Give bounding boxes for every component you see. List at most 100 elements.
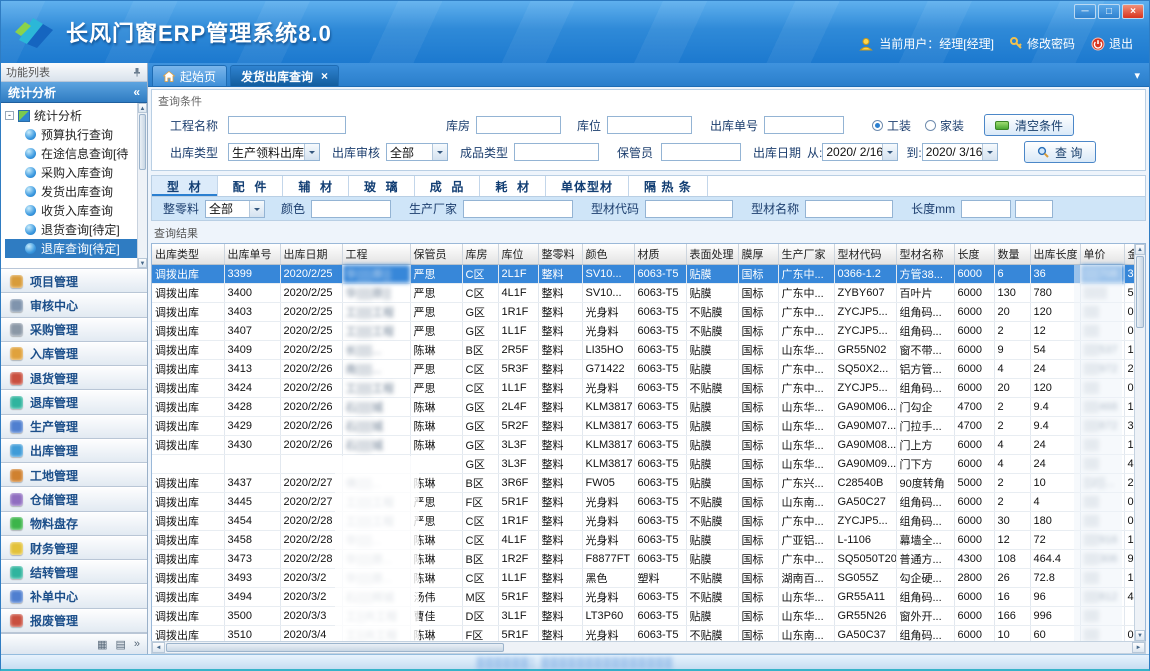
collapse-icon[interactable]: «	[133, 85, 140, 99]
column-header[interactable]: 颜色	[582, 244, 634, 264]
radio-home-install[interactable]	[925, 120, 936, 131]
table-row[interactable]: 调拨出库34072020/2/25工▒▒工程严思G区1L1F整料光身料6063-…	[152, 321, 1146, 340]
sidebar-menu-item[interactable]: 退库管理	[1, 390, 147, 414]
sidebar-section-statistics[interactable]: 统计分析 «	[1, 82, 147, 103]
project-name-input[interactable]	[228, 116, 346, 134]
sidebar-menu-item[interactable]: 出库管理	[1, 439, 147, 463]
sidebar-menu-item[interactable]: 物料盘存	[1, 512, 147, 536]
tree-item[interactable]: 发货出库查询	[5, 182, 137, 201]
column-header[interactable]: 出库日期	[280, 244, 342, 264]
column-header[interactable]: 材质	[634, 244, 686, 264]
material-tab[interactable]: 单体型材	[546, 176, 629, 196]
column-header[interactable]: 出库单号	[224, 244, 280, 264]
scrollbar-thumb[interactable]	[1136, 256, 1144, 328]
material-tab[interactable]: 隔 热 条	[629, 176, 708, 196]
sidebar-menu-item[interactable]: 审核中心	[1, 293, 147, 317]
table-horizontal-scrollbar[interactable]: ◄ ►	[151, 641, 1146, 654]
length-max-input[interactable]	[1015, 200, 1053, 218]
scrollbar-thumb[interactable]	[166, 643, 504, 652]
panel-grid-icon[interactable]: ▦	[97, 638, 107, 651]
tree-root-statistics[interactable]: - 统计分析	[5, 106, 137, 125]
material-tab[interactable]: 型 材	[152, 176, 218, 196]
chevron-right-icon[interactable]: »	[134, 638, 140, 650]
table-row[interactable]: 调拨出库34732020/2/28华▒▒原...陈琳B区1R2F整料F8877F…	[152, 549, 1146, 568]
tab-list-dropdown-icon[interactable]: ▾	[1134, 69, 1140, 82]
sidebar-menu-item[interactable]: 项目管理	[1, 269, 147, 293]
column-header[interactable]: 单价	[1080, 244, 1124, 264]
scroll-down-icon[interactable]: ▼	[138, 258, 147, 268]
sidebar-menu-item[interactable]: 采购管理	[1, 318, 147, 342]
tree-item[interactable]: 预算执行查询	[5, 125, 137, 144]
sidebar-menu-item[interactable]: 仓储管理	[1, 487, 147, 511]
table-row[interactable]: 调拨出库33992020/2/25华▒▒原▒严思C区2L1F整料SV10...6…	[152, 264, 1146, 283]
scroll-up-icon[interactable]: ▲	[1135, 244, 1145, 255]
clear-conditions-button[interactable]: 清空条件	[984, 114, 1074, 136]
sidebar-menu-item[interactable]: 工地管理	[1, 463, 147, 487]
product-type-input[interactable]	[514, 143, 599, 161]
material-tab[interactable]: 辅 材	[283, 176, 349, 196]
column-header[interactable]: 膜厚	[738, 244, 778, 264]
tree-item[interactable]: 退货查询[待定]	[5, 220, 137, 239]
outbound-audit-select[interactable]: 全部	[386, 143, 448, 161]
table-row[interactable]: 调拨出库34302020/2/26石▒▒城陈琳G区3L3F整料KLM381760…	[152, 435, 1146, 454]
sidebar-menu-item[interactable]: 财务管理	[1, 536, 147, 560]
table-row[interactable]: G区3L3F整料KLM38176063-T5贴膜国标山东华...GA90M09.…	[152, 454, 1146, 473]
sidebar-menu-item[interactable]: 结转管理	[1, 560, 147, 584]
sidebar-menu-item[interactable]: 报废管理	[1, 609, 147, 633]
profile-name-input[interactable]	[805, 200, 893, 218]
sidebar-menu-item[interactable]: 退货管理	[1, 366, 147, 390]
material-tab[interactable]: 玻 璃	[349, 176, 415, 196]
table-row[interactable]: 调拨出库34932020/3/2华▒▒原...陈琳C区1L1F整料黑色塑料不贴膜…	[152, 568, 1146, 587]
table-vertical-scrollbar[interactable]: ▲ ▼	[1134, 244, 1145, 641]
material-tab[interactable]: 成 品	[415, 176, 481, 196]
keeper-input[interactable]	[661, 143, 741, 161]
outbound-type-select[interactable]: 生产领料出库	[228, 143, 320, 161]
column-header[interactable]: 型材代码	[834, 244, 896, 264]
column-header[interactable]: 工程	[342, 244, 410, 264]
tab-home[interactable]: 起始页	[152, 65, 227, 86]
whole-scrap-select[interactable]: 全部	[205, 200, 265, 218]
tree-item[interactable]: 收货入库查询	[5, 201, 137, 220]
table-row[interactable]: 调拨出库34282020/2/26石▒▒城陈琳G区2L4F整料KLM381760…	[152, 397, 1146, 416]
tree-item[interactable]: 采购入库查询	[5, 163, 137, 182]
column-header[interactable]: 型材名称	[896, 244, 954, 264]
material-tab[interactable]: 耗 材	[480, 176, 546, 196]
profile-code-input[interactable]	[645, 200, 733, 218]
logout-button[interactable]: 退出	[1091, 35, 1133, 52]
table-row[interactable]: 调拨出库34582020/2/28华▒▒...陈琳C区4L1F整料光身料6063…	[152, 530, 1146, 549]
material-tab[interactable]: 配 件	[218, 176, 284, 196]
table-row[interactable]: 调拨出库34132020/2/26南▒▒...严思C区5R3F整料G714226…	[152, 359, 1146, 378]
scroll-right-icon[interactable]: ►	[1132, 642, 1145, 653]
tab-close-icon[interactable]: ×	[321, 71, 328, 81]
table-row[interactable]: 调拨出库34292020/2/26石▒▒城陈琳G区5R2F整料KLM381760…	[152, 416, 1146, 435]
table-row[interactable]: 调拨出库34032020/2/25工▒▒工程严思G区1R1F整料光身料6063-…	[152, 302, 1146, 321]
table-row[interactable]: 调拨出库34002020/2/25华▒▒原▒严思C区4L1F整料SV10...6…	[152, 283, 1146, 302]
pin-icon[interactable]	[132, 67, 142, 77]
table-row[interactable]: 调拨出库34242020/2/26工▒▒工程严思C区1L1F整料光身料6063-…	[152, 378, 1146, 397]
order-no-input[interactable]	[764, 116, 844, 134]
column-header[interactable]: 出库长度	[1030, 244, 1080, 264]
tab-shipping-outbound-query[interactable]: 发货出库查询 ×	[230, 65, 339, 86]
close-button[interactable]: ×	[1122, 4, 1144, 19]
minimize-button[interactable]: ─	[1074, 4, 1096, 19]
tree-item[interactable]: 在途信息查询[待	[5, 144, 137, 163]
location-input[interactable]	[607, 116, 692, 134]
table-row[interactable]: 调拨出库34372020/2/27佛▒▒...陈琳B区3R6F整料FW05606…	[152, 473, 1146, 492]
table-row[interactable]: 调拨出库34452020/2/27工▒▒工程严思F区5R1F整料光身料6063-…	[152, 492, 1146, 511]
table-row[interactable]: 调拨出库35002020/3/3工▒共工程曹佳D区3L1F整料LT3P60606…	[152, 606, 1146, 625]
manufacturer-input[interactable]	[463, 200, 573, 218]
sidebar-menu-item[interactable]: 生产管理	[1, 415, 147, 439]
column-header[interactable]: 库房	[462, 244, 498, 264]
column-header[interactable]: 出库类型	[152, 244, 224, 264]
scroll-down-icon[interactable]: ▼	[1135, 630, 1145, 641]
column-header[interactable]: 长度	[954, 244, 994, 264]
sidebar-menu-item[interactable]: 补单中心	[1, 584, 147, 608]
column-header[interactable]: 表面处理	[686, 244, 738, 264]
table-row[interactable]: 调拨出库34942020/3/2石▒▒辉城汤伟M区5R1F整料光身料6063-T…	[152, 587, 1146, 606]
date-to-picker[interactable]: 2020/ 3/16	[922, 143, 998, 161]
table-row[interactable]: 调拨出库34092020/2/25长▒▒...陈琳B区2R5F整料LI35HO6…	[152, 340, 1146, 359]
tree-item[interactable]: 退库查询[待定]	[5, 239, 137, 258]
scroll-up-icon[interactable]: ▲	[138, 103, 147, 113]
table-row[interactable]: 调拨出库35102020/3/4工▒共工程陈琳F区5R1F整料光身料6063-T…	[152, 625, 1146, 641]
color-input[interactable]	[311, 200, 391, 218]
